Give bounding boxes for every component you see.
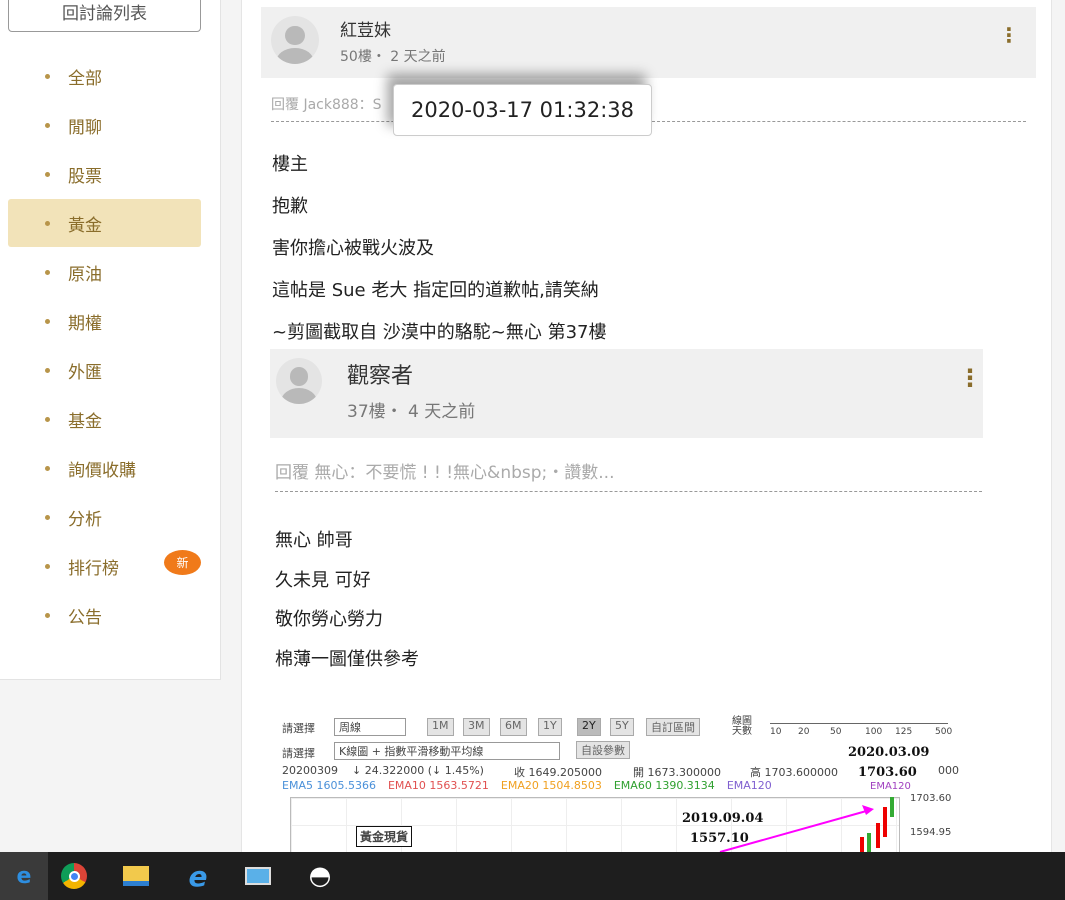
post-text-line: 抱歉 <box>272 196 308 217</box>
chart-marks <box>719 797 894 852</box>
candle <box>883 807 887 837</box>
avatar <box>276 358 322 404</box>
sidebar-item-label: 分析 <box>68 509 102 530</box>
sidebar-item[interactable]: 基金 <box>8 395 201 443</box>
mountain-app-icon[interactable]: ◓ <box>296 852 344 900</box>
quoted-text-line: 久未見 可好 <box>275 569 371 591</box>
post-text-line: 這帖是 Sue 老大 指定回的道歉帖,請笑納 <box>272 280 599 301</box>
sidebar-item-label: 外匯 <box>68 362 102 383</box>
sidebar-item-label: 原油 <box>68 264 102 285</box>
chrome-icon[interactable] <box>50 852 98 900</box>
post-meta: 50樓・ 2 天之前 <box>340 49 446 65</box>
sidebar-item[interactable]: 詢價收購 <box>8 444 201 492</box>
quoted-text-line: 無心 帥哥 <box>275 530 353 551</box>
more-menu-icon[interactable]: ⋮ <box>999 25 1019 45</box>
sidebar-item[interactable]: 股票 <box>8 150 201 198</box>
sidebar-item[interactable]: 原油 <box>8 248 201 296</box>
sidebar-item[interactable]: 公告 <box>8 591 201 639</box>
candle <box>867 833 871 852</box>
candle <box>860 837 864 852</box>
sidebar-item-label: 基金 <box>68 411 102 432</box>
internet-explorer-icon[interactable]: e <box>174 852 222 900</box>
sidebar-item[interactable]: 期權 <box>8 297 201 345</box>
new-badge: 新 <box>164 550 201 575</box>
sidebar-item-label: 詢價收購 <box>68 460 136 481</box>
candle <box>876 823 880 848</box>
post-text-line: ~剪圖截取自 沙漠中的駱駝~無心 第37樓 <box>272 322 607 343</box>
quoted-username[interactable]: 觀察者 <box>347 358 413 390</box>
sidebar-item-label: 期權 <box>68 313 102 334</box>
app-icon[interactable] <box>234 852 282 900</box>
candle <box>890 797 894 817</box>
quoted-meta: 37樓・ 4 天之前 <box>347 402 476 422</box>
taskbar: e e ◓ <box>0 852 1065 900</box>
back-to-list-button[interactable]: 回討論列表 <box>8 0 201 32</box>
sidebar-item-label: 股票 <box>68 166 102 187</box>
quoted-text-line: 敬你勞心勞力 <box>275 609 383 630</box>
sidebar-item[interactable]: 分析 <box>8 493 201 541</box>
post-text-line: 樓主 <box>272 154 308 175</box>
more-menu-icon[interactable]: ⋮ <box>958 366 982 390</box>
quoted-text-line: 棉薄一圖僅供參考 <box>275 648 419 670</box>
avatar <box>271 16 319 64</box>
gold-chart-image: 請選擇 周線 1M 3M 6M 1Y 2Y 5Y 自訂區間 線圖天數 10 20 50 100 12… <box>280 715 970 852</box>
trend-arrow <box>719 809 871 852</box>
sidebar-item-label: 黃金 <box>68 215 102 236</box>
edge-icon[interactable]: e <box>0 852 48 900</box>
sidebar-item[interactable]: 黃金 <box>8 199 201 247</box>
sidebar-item-label: 排行榜 <box>68 558 119 579</box>
sidebar-item-label: 公告 <box>68 607 102 628</box>
sidebar-item-label: 全部 <box>68 68 102 89</box>
quoted-reply[interactable]: 回覆 無心：不要慌 ! ! !無心&nbsp;・讚數... <box>275 458 982 492</box>
post-text-line: 害你擔心被戰火波及 <box>272 238 434 259</box>
sidebar-item-label: 閒聊 <box>68 117 102 138</box>
sidebar-item[interactable]: 全部 <box>8 52 201 100</box>
timestamp-tooltip: 2020-03-17 01:32:38 <box>393 84 652 136</box>
sidebar-item[interactable]: 閒聊 <box>8 101 201 149</box>
sidebar-item[interactable]: 外匯 <box>8 346 201 394</box>
file-explorer-icon[interactable] <box>112 852 160 900</box>
sidebar: 回討論列表 全部閒聊股票黃金原油期權外匯基金詢價收購分析排行榜公告 新 <box>0 0 221 680</box>
arrow-head <box>862 805 874 815</box>
username[interactable]: 紅荳妹 <box>340 16 391 41</box>
